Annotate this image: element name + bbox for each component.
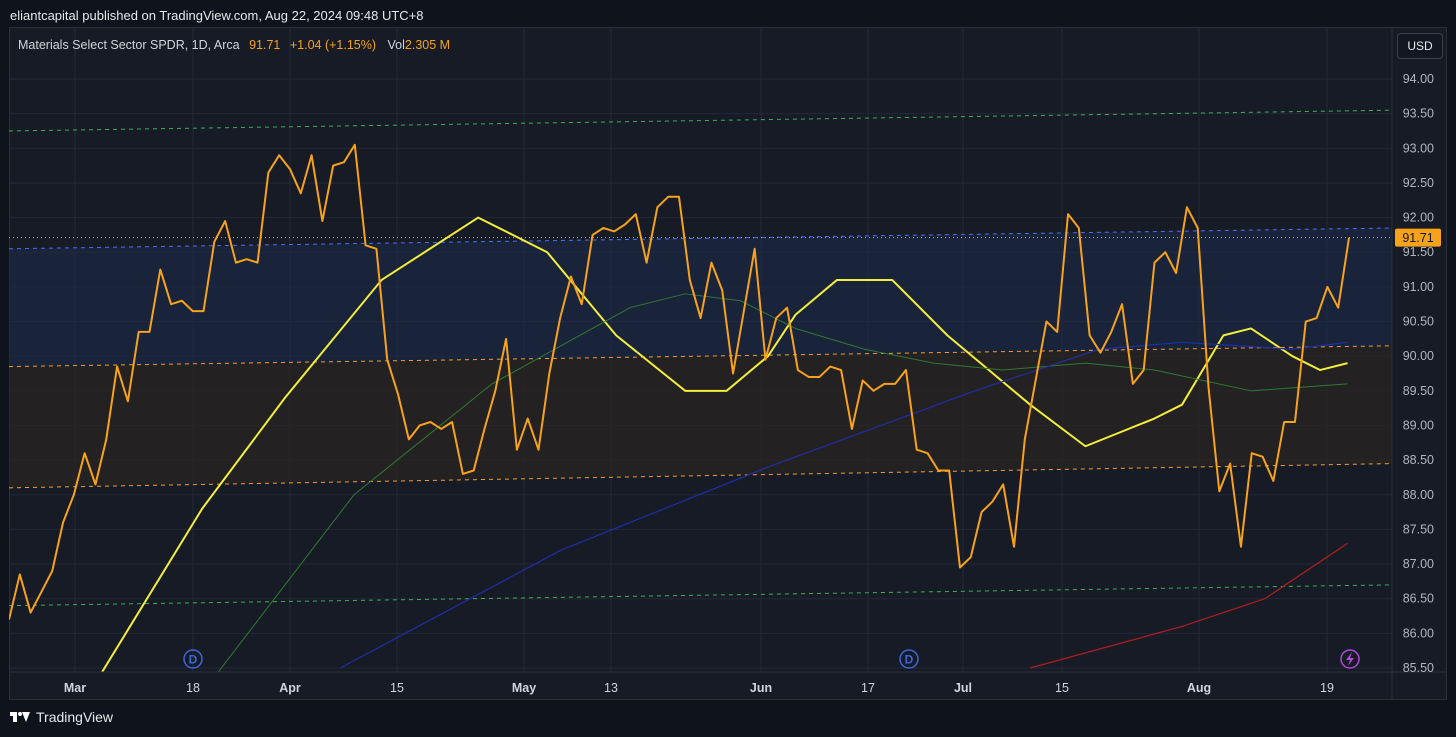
y-tick-label: 86.50: [1403, 592, 1434, 606]
flash-event-icon: [1340, 649, 1360, 669]
volume-label: Vol: [387, 38, 405, 52]
x-tick-label: May: [512, 681, 536, 695]
price-change: +1.04 (+1.15%): [289, 38, 377, 52]
footer-brand[interactable]: TradingView: [36, 709, 113, 725]
channel-band-fill: [9, 227, 1392, 367]
dividend-marker-icon: D: [183, 649, 203, 669]
y-tick-label: 88.00: [1403, 488, 1434, 502]
tradingview-logo-icon: [10, 710, 30, 724]
x-tick-label: Mar: [64, 681, 86, 695]
x-tick-label: Jun: [750, 681, 772, 695]
channel-band-fill: [9, 345, 1392, 488]
x-tick-label: 13: [604, 681, 618, 695]
y-tick-label: 85.50: [1403, 661, 1434, 675]
published-by-header: eliantcapital published on TradingView.c…: [10, 8, 424, 23]
y-tick-label: 88.50: [1403, 453, 1434, 467]
volume-value: 2.305 M: [404, 38, 451, 52]
y-tick-label: 90.50: [1403, 315, 1434, 329]
y-tick-label: 89.50: [1403, 384, 1434, 398]
symbol-name[interactable]: Materials Select Sector SPDR, 1D, Arca: [18, 38, 240, 52]
channel-line-outer: [9, 584, 1393, 607]
time-axis[interactable]: Mar 18 Apr 15 May 13 Jun 17 Jul 15 Aug 19: [64, 681, 1334, 695]
footer: TradingView: [10, 709, 113, 725]
y-tick-label: 90.00: [1403, 349, 1434, 363]
currency-button[interactable]: USD: [1397, 33, 1443, 59]
y-tick-label: 93.00: [1403, 141, 1434, 155]
x-tick-label: 15: [1055, 681, 1069, 695]
y-tick-label: 91.00: [1403, 280, 1434, 294]
x-tick-label: Aug: [1187, 681, 1211, 695]
x-tick-label: 18: [186, 681, 200, 695]
x-tick-label: Jul: [954, 681, 972, 695]
svg-text:D: D: [905, 653, 914, 667]
price-chart[interactable]: 94.00 93.50 93.00 92.50 92.00 91.50 91.00 90.50…: [9, 27, 1447, 700]
y-tick-label: 93.50: [1403, 107, 1434, 121]
event-markers: DD: [183, 649, 1360, 669]
x-tick-label: Apr: [279, 681, 301, 695]
last-price-tag-label: 91.71: [1402, 231, 1433, 245]
y-tick-label: 89.00: [1403, 418, 1434, 432]
dividend-marker-icon: D: [899, 649, 919, 669]
y-tick-label: 92.50: [1403, 176, 1434, 190]
y-tick-label: 87.00: [1403, 557, 1434, 571]
x-tick-label: 15: [390, 681, 404, 695]
y-tick-label: 94.00: [1403, 72, 1434, 86]
x-tick-label: 17: [861, 681, 875, 695]
symbol-legend: Materials Select Sector SPDR, 1D, Arca 9…: [18, 38, 450, 52]
channel-fill: [9, 227, 1392, 488]
y-tick-label: 86.00: [1403, 626, 1434, 640]
y-tick-label: 87.50: [1403, 522, 1434, 536]
y-tick-label: 92.00: [1403, 211, 1434, 225]
x-tick-label: 19: [1320, 681, 1334, 695]
svg-text:D: D: [189, 653, 198, 667]
last-price: 91.71: [249, 38, 281, 52]
price-axis[interactable]: 94.00 93.50 93.00 92.50 92.00 91.50 91.00 90.50…: [1395, 72, 1441, 675]
y-tick-label: 91.50: [1403, 245, 1434, 259]
ma-line-red: [1030, 542, 1348, 669]
